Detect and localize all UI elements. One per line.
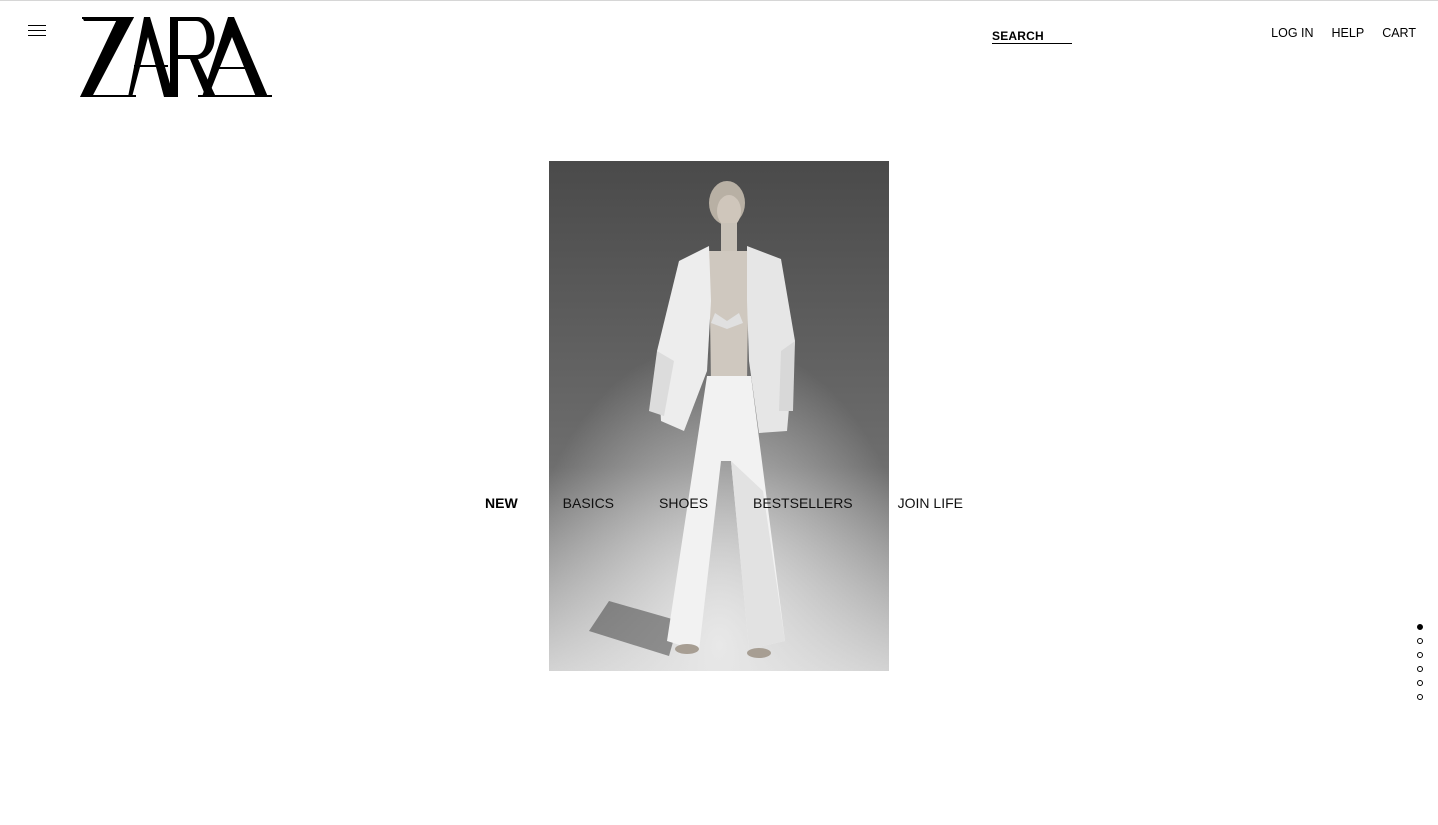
hero-image[interactable]	[549, 161, 889, 671]
search-label: SEARCH	[992, 29, 1044, 43]
header-links: LOG IN HELP CART	[1271, 26, 1416, 40]
slide-dot-1[interactable]	[1417, 624, 1423, 630]
login-link[interactable]: LOG IN	[1271, 26, 1313, 40]
category-shoes[interactable]: SHOES	[659, 495, 708, 511]
slide-dot-3[interactable]	[1417, 652, 1423, 658]
hamburger-menu-icon[interactable]	[28, 25, 46, 39]
slide-dot-6[interactable]	[1417, 694, 1423, 700]
category-nav: NEW BASICS SHOES BESTSELLERS JOIN LIFE	[485, 495, 963, 511]
category-basics[interactable]: BASICS	[563, 495, 614, 511]
cart-link[interactable]: CART	[1382, 26, 1416, 40]
slide-dot-4[interactable]	[1417, 666, 1423, 672]
slide-dot-5[interactable]	[1417, 680, 1423, 686]
help-link[interactable]: HELP	[1332, 26, 1365, 40]
slide-pagination	[1417, 624, 1423, 700]
zara-logo[interactable]	[78, 15, 272, 99]
slide-dot-2[interactable]	[1417, 638, 1423, 644]
category-join-life[interactable]: JOIN LIFE	[898, 495, 963, 511]
category-new[interactable]: NEW	[485, 495, 518, 511]
category-bestsellers[interactable]: BESTSELLERS	[753, 495, 853, 511]
search-field[interactable]: SEARCH	[992, 27, 1072, 44]
